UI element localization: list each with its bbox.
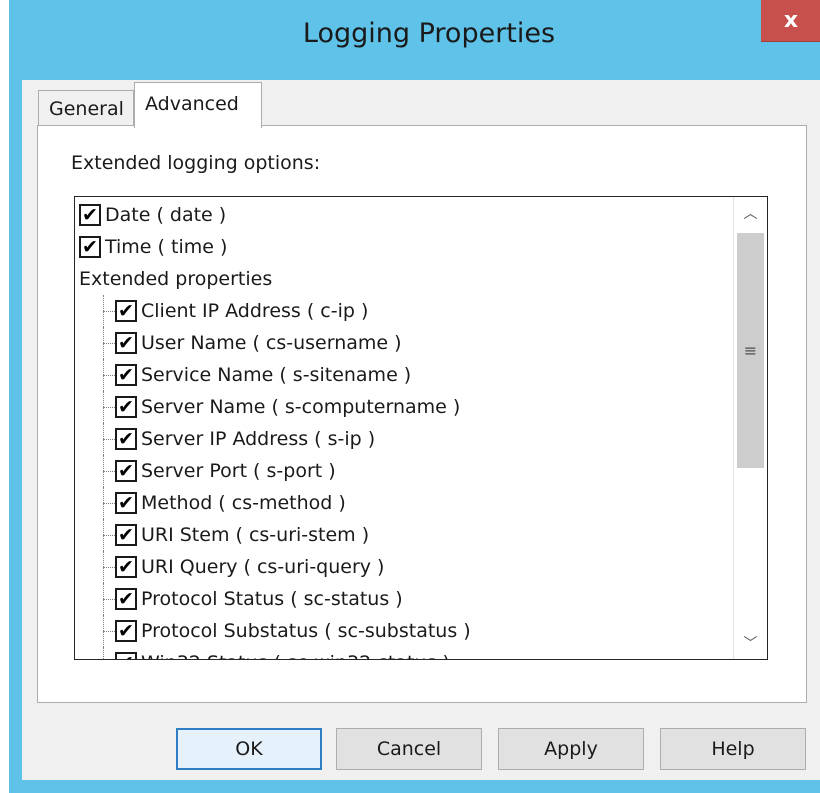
list-item-label: URI Query ( cs-uri-query ) — [141, 556, 385, 578]
tree-connector — [93, 295, 115, 327]
section-header-extended-properties: Extended properties — [79, 263, 272, 295]
checkmark-icon: ✔ — [118, 395, 134, 418]
client-ip-checkbox[interactable]: ✔ — [115, 300, 137, 322]
close-icon: x — [783, 8, 799, 33]
method-checkbox[interactable]: ✔ — [115, 492, 137, 514]
list-item-win32-status[interactable]: ✔ Win32 Status ( sc-win32-status ) — [93, 647, 450, 659]
list-item-label: Protocol Substatus ( sc-substatus ) — [141, 620, 471, 642]
time-checkbox[interactable]: ✔ — [79, 236, 101, 258]
checkmark-icon: ✔ — [118, 331, 134, 354]
list-item-method[interactable]: ✔ Method ( cs-method ) — [93, 487, 346, 519]
list-item-uri-query[interactable]: ✔ URI Query ( cs-uri-query ) — [93, 551, 384, 583]
tree-connector — [93, 551, 115, 583]
protocol-status-checkbox[interactable]: ✔ — [115, 588, 137, 610]
list-item-label: URI Stem ( cs-uri-stem ) — [141, 524, 370, 546]
dialog-window: Logging Properties x General Advanced Ex… — [0, 0, 820, 793]
extended-logging-options-label: Extended logging options: — [71, 152, 321, 174]
tree-connector — [93, 327, 115, 359]
list-item-protocol-substatus[interactable]: ✔ Protocol Substatus ( sc-substatus ) — [93, 615, 471, 647]
list-item-label: Date ( date ) — [105, 204, 227, 226]
list-item-label: Win32 Status ( sc-win32-status ) — [141, 652, 450, 659]
checkmark-icon: ✔ — [118, 555, 134, 578]
dialog-client-area: General Advanced Extended logging option… — [22, 80, 820, 780]
list-item-label: Time ( time ) — [105, 236, 228, 258]
list-item-user-name[interactable]: ✔ User Name ( cs-username ) — [93, 327, 402, 359]
checkmark-icon: ✔ — [82, 235, 98, 258]
list-item-protocol-status[interactable]: ✔ Protocol Status ( sc-status ) — [93, 583, 403, 615]
list-item-service-name[interactable]: ✔ Service Name ( s-sitename ) — [93, 359, 411, 391]
tree-connector — [93, 391, 115, 423]
list-item-server-port[interactable]: ✔ Server Port ( s-port ) — [93, 455, 336, 487]
service-name-checkbox[interactable]: ✔ — [115, 364, 137, 386]
list-item-server-name[interactable]: ✔ Server Name ( s-computername ) — [93, 391, 460, 423]
checkmark-icon: ✔ — [118, 653, 134, 659]
ok-button[interactable]: OK — [176, 728, 322, 770]
win32-status-checkbox[interactable]: ✔ — [115, 652, 137, 659]
checkmark-icon: ✔ — [118, 363, 134, 386]
user-name-checkbox[interactable]: ✔ — [115, 332, 137, 354]
checkmark-icon: ✔ — [118, 587, 134, 610]
tree-connector — [93, 647, 115, 659]
list-item-label: User Name ( cs-username ) — [141, 332, 402, 354]
tree-connector — [93, 359, 115, 391]
checkmark-icon: ✔ — [118, 299, 134, 322]
tree-connector — [93, 583, 115, 615]
grip-icon: ≡ — [743, 341, 758, 360]
listbox-scrollbar[interactable]: ︿ ≡ ﹀ — [733, 197, 767, 659]
list-item-date[interactable]: ✔ Date ( date ) — [79, 199, 226, 231]
tab-advanced[interactable]: Advanced — [134, 82, 262, 128]
server-port-checkbox[interactable]: ✔ — [115, 460, 137, 482]
server-ip-checkbox[interactable]: ✔ — [115, 428, 137, 450]
uri-stem-checkbox[interactable]: ✔ — [115, 524, 137, 546]
scroll-down-button[interactable]: ﹀ — [734, 627, 767, 659]
list-item-label: Protocol Status ( sc-status ) — [141, 588, 403, 610]
uri-query-checkbox[interactable]: ✔ — [115, 556, 137, 578]
scrollbar-thumb[interactable]: ≡ — [737, 233, 764, 468]
list-item-label: Method ( cs-method ) — [141, 492, 346, 514]
cancel-button[interactable]: Cancel — [336, 728, 482, 770]
tree-connector — [93, 455, 115, 487]
title-bar[interactable]: Logging Properties x — [9, 0, 820, 80]
list-item-label: Service Name ( s-sitename ) — [141, 364, 412, 386]
checkmark-icon: ✔ — [118, 427, 134, 450]
logging-fields-listbox[interactable]: ✔ Date ( date ) ✔ Time ( time ) Extended… — [74, 196, 768, 660]
list-item-label: Client IP Address ( c-ip ) — [141, 300, 369, 322]
chevron-up-icon: ︿ — [743, 206, 758, 222]
list-item-server-ip[interactable]: ✔ Server IP Address ( s-ip ) — [93, 423, 375, 455]
list-item-client-ip[interactable]: ✔ Client IP Address ( c-ip ) — [93, 295, 368, 327]
server-name-checkbox[interactable]: ✔ — [115, 396, 137, 418]
tree-connector — [93, 519, 115, 551]
checkmark-icon: ✔ — [82, 203, 98, 226]
checkmark-icon: ✔ — [118, 491, 134, 514]
close-button[interactable]: x — [761, 0, 820, 42]
help-button[interactable]: Help — [660, 728, 806, 770]
list-item-label: Server Port ( s-port ) — [141, 460, 336, 482]
list-item-time[interactable]: ✔ Time ( time ) — [79, 231, 227, 263]
list-item-label: Server IP Address ( s-ip ) — [141, 428, 376, 450]
checkmark-icon: ✔ — [118, 459, 134, 482]
apply-button[interactable]: Apply — [498, 728, 644, 770]
list-item-label: Server Name ( s-computername ) — [141, 396, 461, 418]
tab-panel-advanced: Extended logging options: ✔ Date ( date … — [37, 125, 807, 703]
section-label: Extended properties — [79, 268, 273, 290]
scroll-up-button[interactable]: ︿ — [734, 197, 767, 229]
tree-connector — [93, 487, 115, 519]
checkmark-icon: ✔ — [118, 619, 134, 642]
tab-general[interactable]: General — [38, 90, 134, 126]
checkmark-icon: ✔ — [118, 523, 134, 546]
tree-connector — [93, 423, 115, 455]
list-item-uri-stem[interactable]: ✔ URI Stem ( cs-uri-stem ) — [93, 519, 369, 551]
date-checkbox[interactable]: ✔ — [79, 204, 101, 226]
window-title: Logging Properties — [302, 18, 556, 49]
tab-general-label: General — [49, 97, 124, 120]
tree-connector — [93, 615, 115, 647]
tab-advanced-label: Advanced — [145, 93, 239, 115]
chevron-down-icon: ﹀ — [743, 636, 758, 652]
protocol-substatus-checkbox[interactable]: ✔ — [115, 620, 137, 642]
